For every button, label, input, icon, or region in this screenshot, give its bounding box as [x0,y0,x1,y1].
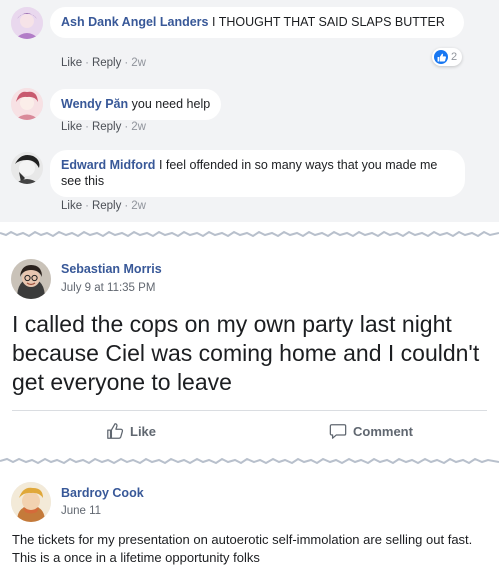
comment-actions: Like · Reply · 2w [61,200,146,212]
avatar[interactable] [11,88,43,120]
comment-bubble: Wendy Păn you need help [50,89,222,120]
comment-bubble-icon [329,424,347,439]
comment-author[interactable]: Wendy Păn [61,97,128,111]
like-link[interactable]: Like [61,121,82,133]
like-button[interactable]: Like [106,422,156,440]
comment-button[interactable]: Comment [329,422,413,440]
post-timestamp[interactable]: June 11 [61,505,101,517]
avatar[interactable] [11,7,43,39]
comment-author[interactable]: Edward Midford [61,158,155,172]
post-text: The tickets for my presentation on autoe… [12,532,473,565]
avatar[interactable] [11,482,51,522]
avatar[interactable] [11,152,43,184]
reply-link[interactable]: Reply [92,121,121,133]
reaction-summary[interactable]: 2 [432,48,463,66]
comment-text: you need help [131,97,211,111]
torn-edge-divider [0,456,499,466]
thumbs-up-icon [107,423,124,439]
post-author[interactable]: Sebastian Morris [61,262,162,276]
post-text: I called the cops on my own party last n… [12,311,480,395]
like-link[interactable]: Like [61,57,82,69]
post-card: Sebastian Morris July 9 at 11:35 PM I ca… [0,240,499,454]
post-author[interactable]: Bardroy Cook [61,486,144,500]
reply-link[interactable]: Reply [92,200,121,212]
comment-timestamp[interactable]: 2w [131,57,146,69]
comment-button-label: Comment [353,423,413,439]
comment-bubble: Edward Midford I feel offended in so man… [50,150,465,197]
post-card: Bardroy Cook June 11 The tickets for my … [0,468,499,574]
divider [12,410,487,411]
comment-actions: Like · Reply · 2w [61,57,146,69]
like-link[interactable]: Like [61,200,82,212]
avatar[interactable] [11,259,51,299]
comment-timestamp[interactable]: 2w [131,200,146,212]
like-reaction-icon [434,50,448,64]
comment-timestamp[interactable]: 2w [131,121,146,133]
torn-edge-divider [0,230,499,238]
reaction-count: 2 [451,51,458,63]
comments-section: Ash Dank Angel Landers I THOUGHT THAT SA… [0,0,499,222]
like-button-label: Like [130,423,157,439]
post-timestamp[interactable]: July 9 at 11:35 PM [61,282,155,294]
comment-actions: Like · Reply · 2w [61,121,146,133]
comment-author[interactable]: Ash Dank Angel Landers [61,15,209,29]
comment-text: I THOUGHT THAT SAID SLAPS BUTTER [211,15,445,29]
comment-bubble: Ash Dank Angel Landers I THOUGHT THAT SA… [50,7,464,38]
reply-link[interactable]: Reply [92,57,121,69]
